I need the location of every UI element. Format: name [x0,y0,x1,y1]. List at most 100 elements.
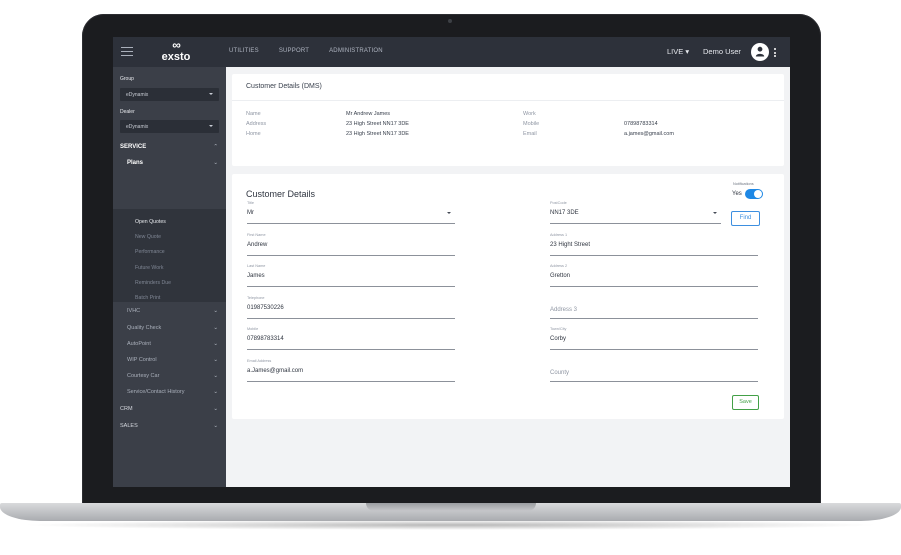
nav-wip-control-label: WIP Control [127,357,157,363]
address2-label: Address 2 [550,264,568,268]
nav-batch-print[interactable]: Batch Print [135,295,160,301]
mobile-field[interactable]: Mobile 07898783314 [247,327,455,350]
dms-address-label: Address [246,121,267,127]
address1-label: Address 1 [550,233,568,237]
nav-new-quote[interactable]: New Quote [135,234,161,240]
telephone-value: 01987530226 [247,305,284,311]
chevron-down-icon: ⌄ [213,357,218,363]
chevron-down-icon: ⌄ [213,389,218,395]
group-select[interactable]: eDynamix [120,88,219,101]
find-button[interactable]: Find [731,211,760,226]
nav-open-quotes[interactable]: Open Quotes [135,219,166,225]
nav-sales-label: SALES [120,423,138,429]
camera-dot [448,19,452,23]
user-name[interactable]: Demo User [703,47,741,56]
customer-details-card: Customer Details Notifications Yes Title… [232,174,784,419]
email-label: Email Address [247,359,272,363]
caret-down-icon [447,212,451,214]
divider [232,100,784,101]
top-menu: UTILITIES SUPPORT ADMINISTRATION [229,48,383,54]
user-avatar-icon[interactable] [751,43,769,61]
chevron-down-icon: ⌄ [213,325,218,331]
dms-card-title: Customer Details (DMS) [246,83,322,90]
nav-autopoint-label: AutoPoint [127,341,151,347]
nav-service[interactable]: SERVICE ⌃ [113,139,226,154]
dealer-select[interactable]: eDynamix [120,120,219,133]
group-select-value: eDynamix [126,92,149,98]
nav-service-contact-history[interactable]: Service/Contact History ⌄ [113,384,226,399]
dms-details-card: Customer Details (DMS) Name Mr Andrew Ja… [232,74,784,166]
nav-courtesy-car[interactable]: Courtesy Car ⌄ [113,368,226,383]
county-placeholder: County [550,370,570,376]
chevron-down-icon: ⌄ [213,373,218,379]
first-name-value: Andrew [247,242,268,248]
nav-sales[interactable]: SALES ⌄ [113,418,226,433]
dms-home-value: 23 High Street NN17 3DE [346,131,409,137]
first-name-label: First Name [247,233,266,237]
address1-field[interactable]: Address 1 23 Hight Street [550,233,758,256]
chevron-down-icon: ⌄ [213,160,218,166]
mobile-label: Mobile [247,327,259,331]
address2-value: Gretton [550,273,571,279]
title-value: Mr [247,210,254,216]
chevron-down-icon: ⌄ [213,341,218,347]
customer-card-title: Customer Details [246,189,316,199]
address3-field[interactable]: Address 3 [550,296,758,319]
county-field[interactable]: County [550,359,758,382]
app-logo[interactable]: ∞ exsto [159,38,193,63]
email-value: a.James@gmail.com [247,368,304,374]
nav-plans[interactable]: Plans ⌄ [113,155,226,170]
town-city-field[interactable]: Town/City Corby [550,327,758,350]
address2-field[interactable]: Address 2 Gretton [550,264,758,287]
nav-crm[interactable]: CRM ⌄ [113,401,226,416]
town-city-value: Corby [550,336,567,342]
first-name-field[interactable]: First Name Andrew [247,233,455,256]
last-name-field[interactable]: Last Name James [247,264,455,287]
nav-wip-control[interactable]: WIP Control ⌄ [113,352,226,367]
dms-name-value: Mr Andrew James [346,111,391,117]
notifications-value: Yes [732,191,742,197]
menu-utilities[interactable]: UTILITIES [229,48,259,54]
laptop-shadow [20,520,881,530]
hamburger-menu-icon[interactable] [121,47,133,56]
dms-home-label: Home [246,131,261,137]
laptop-notch [366,503,536,511]
nav-quality-check[interactable]: Quality Check ⌄ [113,320,226,335]
postcode-select[interactable]: PostCode NN17 3DE [550,201,721,224]
nav-performance[interactable]: Performance [135,249,165,255]
save-button[interactable]: Save [732,395,759,410]
more-options-icon[interactable] [774,48,777,58]
plans-submenu: Open Quotes New Quote Performance Future… [113,209,226,302]
main-content: Customer Details (DMS) Name Mr Andrew Ja… [226,67,790,487]
nav-ivhc[interactable]: IVHC ⌄ [113,303,226,318]
email-field[interactable]: Email Address a.James@gmail.com [247,359,455,382]
town-city-label: Town/City [550,327,567,331]
laptop-mockup: ∞ exsto UTILITIES SUPPORT ADMINISTRATION… [0,0,901,555]
dms-mobile-label: Mobile [523,121,540,127]
caret-down-icon [209,125,213,127]
logo-infinity-icon: ∞ [172,38,181,52]
top-bar: ∞ exsto UTILITIES SUPPORT ADMINISTRATION… [113,37,790,67]
nav-autopoint[interactable]: AutoPoint ⌄ [113,336,226,351]
telephone-field[interactable]: Telephone 01987530226 [247,296,455,319]
title-label: Title [247,201,255,205]
last-name-value: James [247,273,265,279]
menu-support[interactable]: SUPPORT [279,48,309,54]
title-select[interactable]: Title Mr [247,201,455,224]
environment-selector[interactable]: LIVE ▾ [667,47,689,56]
nav-reminders-due[interactable]: Reminders Due [135,280,171,286]
nav-future-work[interactable]: Future Work [135,265,163,271]
mobile-value: 07898783314 [247,336,284,342]
dealer-select-value: eDynamix [126,124,149,130]
address1-value: 23 Hight Street [550,242,591,248]
toggle-knob [754,190,762,198]
nav-ivhc-label: IVHC [127,308,141,314]
chevron-down-icon: ⌄ [213,423,218,429]
address3-placeholder: Address 3 [550,307,578,313]
dms-name-label: Name [246,111,261,117]
nav-service-label: SERVICE [120,144,147,150]
notifications-toggle[interactable] [745,189,763,199]
dms-email-label: Email [523,131,537,137]
menu-administration[interactable]: ADMINISTRATION [329,48,383,54]
notifications-label: Notifications [733,182,754,186]
